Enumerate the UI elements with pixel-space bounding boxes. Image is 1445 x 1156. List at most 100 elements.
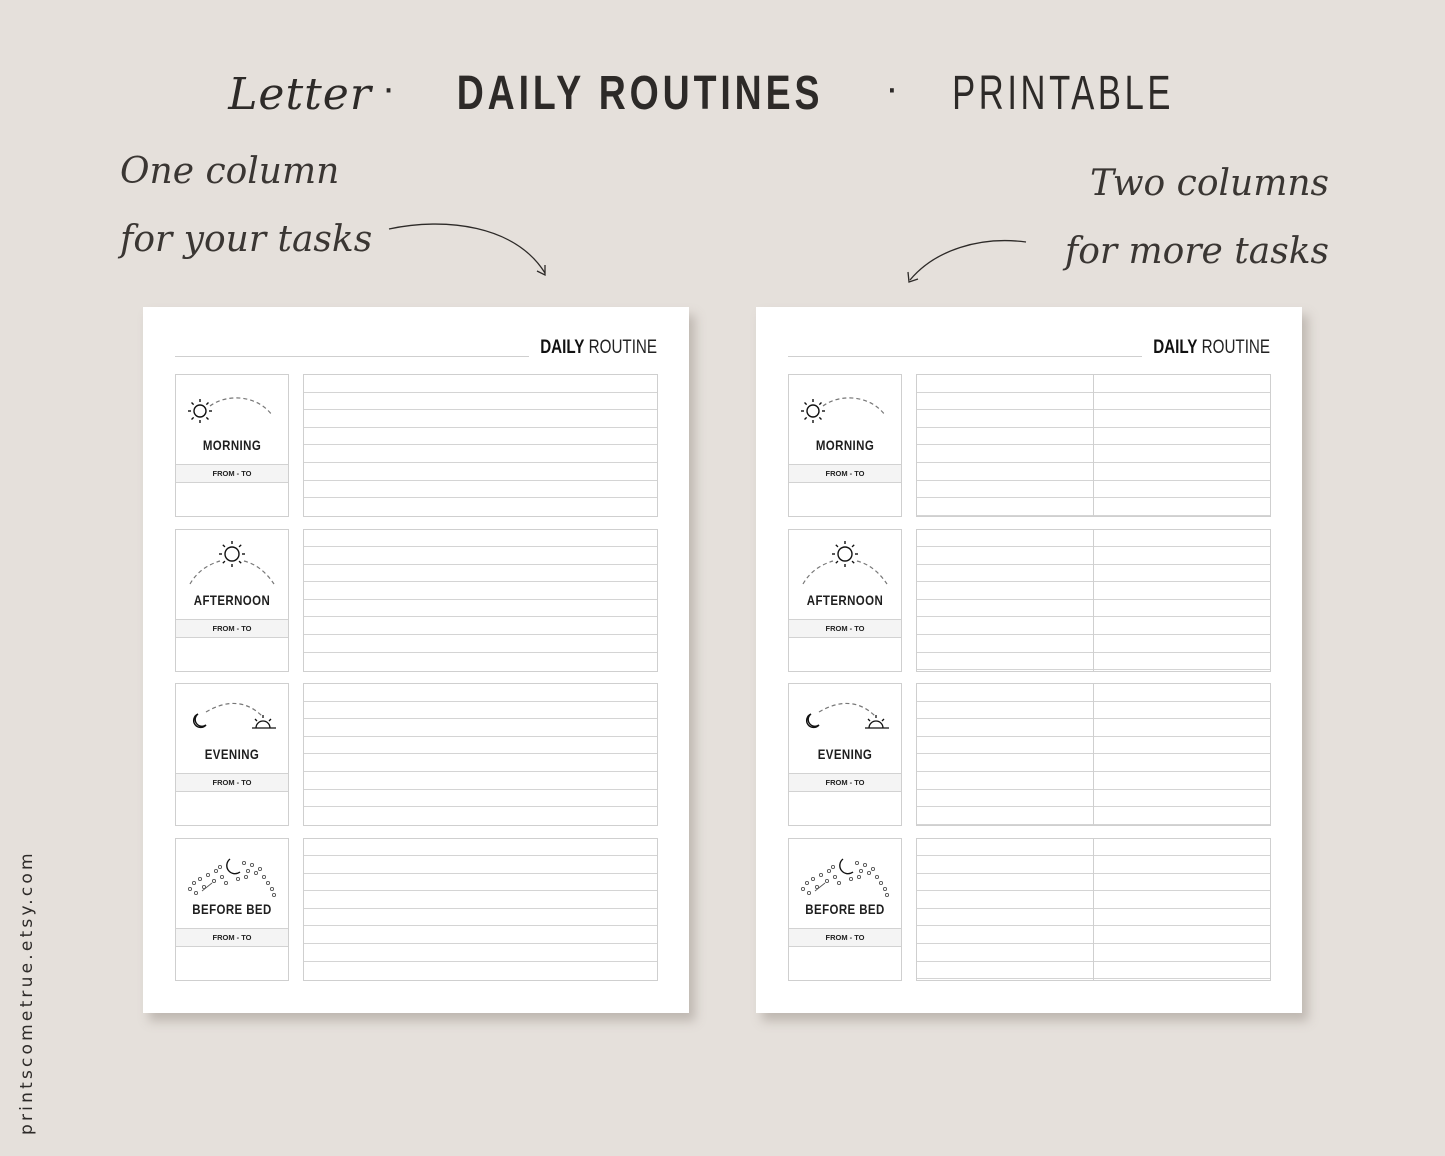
task-row[interactable] [304,874,657,892]
task-row[interactable] [304,807,657,825]
time-range-label: FROM - TO [176,618,288,638]
section-evening: EVENING FROM - TO [788,683,1271,826]
column-divider [1093,375,1094,516]
task-row[interactable] [304,839,657,857]
task-row[interactable] [304,719,657,737]
column-divider [1093,684,1094,825]
section-label-box: MORNING FROM - TO [788,374,902,517]
task-row[interactable] [304,445,657,463]
task-row[interactable] [304,856,657,874]
task-row[interactable] [304,410,657,428]
section-label: AFTERNOON [806,591,884,608]
moon-sunset-icon [192,702,276,729]
section-label: AFTERNOON [193,591,271,608]
time-range-label: FROM - TO [789,464,901,483]
task-list [916,683,1271,826]
task-row[interactable] [304,600,657,618]
page-title-thin: ROUTINE [1201,337,1270,358]
section-label-box: EVENING FROM - TO [788,683,902,826]
task-row[interactable] [304,653,657,671]
task-row[interactable] [304,498,657,516]
page-one-column: DAILY ROUTINE MORNING FROM - TO AFTERNOO… [143,307,689,1013]
task-row[interactable] [304,702,657,720]
task-list [916,837,1271,981]
section-morning: MORNING FROM - TO [788,374,1271,517]
task-list [916,528,1271,672]
task-row[interactable] [304,635,657,653]
task-row[interactable] [304,754,657,772]
arrow-left-icon [388,223,546,277]
task-row[interactable] [304,463,657,481]
time-range-label: FROM - TO [789,618,901,638]
task-list [303,683,658,826]
section-morning: MORNING FROM - TO [175,374,658,517]
task-row[interactable] [304,926,657,945]
task-row[interactable] [304,684,657,702]
task-row[interactable] [304,617,657,636]
headline-subtitle: PRINTABLE [951,67,1174,120]
task-row[interactable] [304,790,657,808]
note-line: for more tasks [1064,231,1329,272]
arrow-right-icon [907,239,1027,283]
time-range-label: FROM - TO [176,927,288,947]
column-divider [1093,529,1094,671]
page-title: DAILY ROUTINE [1153,337,1270,359]
section-label-box: MORNING FROM - TO [175,374,289,517]
headline-format: Letter [228,69,372,120]
section-afternoon: AFTERNOON FROM - TO [788,528,1271,672]
headline-separator: · [381,66,396,110]
moon-sunset-icon [805,702,889,729]
section-before-bed: BEFORE BED FROM - TO [788,837,1271,981]
section-label: MORNING [815,437,875,453]
night-stars-icon [187,857,277,897]
column-divider [1093,838,1094,980]
task-row[interactable] [304,393,657,411]
page-title-thin: ROUTINE [588,337,657,358]
time-range-label: FROM - TO [176,464,288,483]
sunrise-icon [801,397,886,423]
section-label: EVENING [204,746,260,762]
task-row[interactable] [304,772,657,790]
page-title-bold: DAILY [1153,337,1198,358]
note-two-columns: Two columns for more tasks [1062,150,1329,286]
note-line: for your tasks [120,219,373,260]
name-line[interactable] [175,356,529,357]
section-label: EVENING [817,746,873,762]
section-afternoon: AFTERNOON FROM - TO [175,528,658,672]
task-row[interactable] [304,565,657,583]
section-before-bed: BEFORE BED FROM - TO [175,837,658,981]
task-row[interactable] [304,944,657,962]
note-line: Two columns [1090,163,1329,204]
section-label-box: EVENING FROM - TO [175,683,289,826]
task-row[interactable] [304,375,657,393]
task-row[interactable] [304,962,657,980]
task-row[interactable] [304,909,657,927]
section-label-box: BEFORE BED FROM - TO [175,837,289,981]
page-two-columns: DAILY ROUTINE MORNING FROM - TO AFTERNOO… [756,307,1302,1013]
note-one-column: One column for your tasks [120,138,372,274]
page-title: DAILY ROUTINE [540,337,657,359]
headline-title: DAILY ROUTINES [456,67,824,120]
task-row[interactable] [304,582,657,600]
note-line: One column [120,151,340,192]
task-list [303,837,658,981]
task-row[interactable] [304,428,657,446]
sunrise-icon [188,397,273,423]
section-label: BEFORE BED [805,900,885,917]
time-range-label: FROM - TO [176,773,288,792]
section-label: BEFORE BED [192,900,272,917]
task-row[interactable] [304,481,657,499]
time-range-label: FROM - TO [789,927,901,947]
time-range-label: FROM - TO [789,773,901,792]
task-list [303,528,658,672]
section-label-box: AFTERNOON FROM - TO [788,528,902,672]
task-list [916,374,1271,517]
name-line[interactable] [788,356,1142,357]
section-evening: EVENING FROM - TO [175,683,658,826]
midday-sun-icon [802,540,888,584]
task-row[interactable] [304,737,657,755]
task-row[interactable] [304,530,657,548]
task-row[interactable] [304,547,657,565]
task-row[interactable] [304,891,657,909]
headline-separator: · [885,66,899,110]
